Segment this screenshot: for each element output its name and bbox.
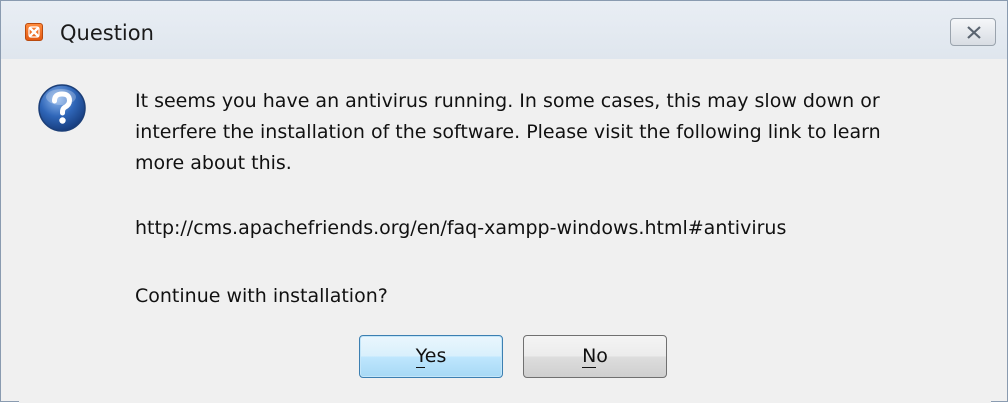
message-line: interfere the installation of the softwa… <box>135 121 881 143</box>
message-line: more about this. <box>135 152 292 174</box>
xampp-icon <box>25 23 43 41</box>
close-button[interactable] <box>950 18 996 46</box>
continue-prompt: Continue with installation? <box>135 285 388 307</box>
title-bar[interactable]: Question <box>1 1 1007 59</box>
question-dialog: Question It seems you have an antivirus … <box>0 0 1008 403</box>
close-icon <box>967 26 981 39</box>
yes-button[interactable]: Yes <box>359 335 503 378</box>
message-text: It seems you have an antivirus running. … <box>135 86 975 179</box>
faq-url-text: http://cms.apachefriends.org/en/faq-xamp… <box>135 217 787 239</box>
no-mnemonic: N <box>582 345 597 368</box>
question-icon <box>38 84 86 132</box>
message-line: It seems you have an antivirus running. … <box>135 90 880 112</box>
no-button[interactable]: No <box>523 335 667 378</box>
yes-mnemonic: Y <box>415 345 425 368</box>
dialog-content: It seems you have an antivirus running. … <box>19 59 991 403</box>
yes-label: es <box>424 345 447 367</box>
window-title: Question <box>60 21 154 45</box>
no-label: o <box>596 345 608 367</box>
